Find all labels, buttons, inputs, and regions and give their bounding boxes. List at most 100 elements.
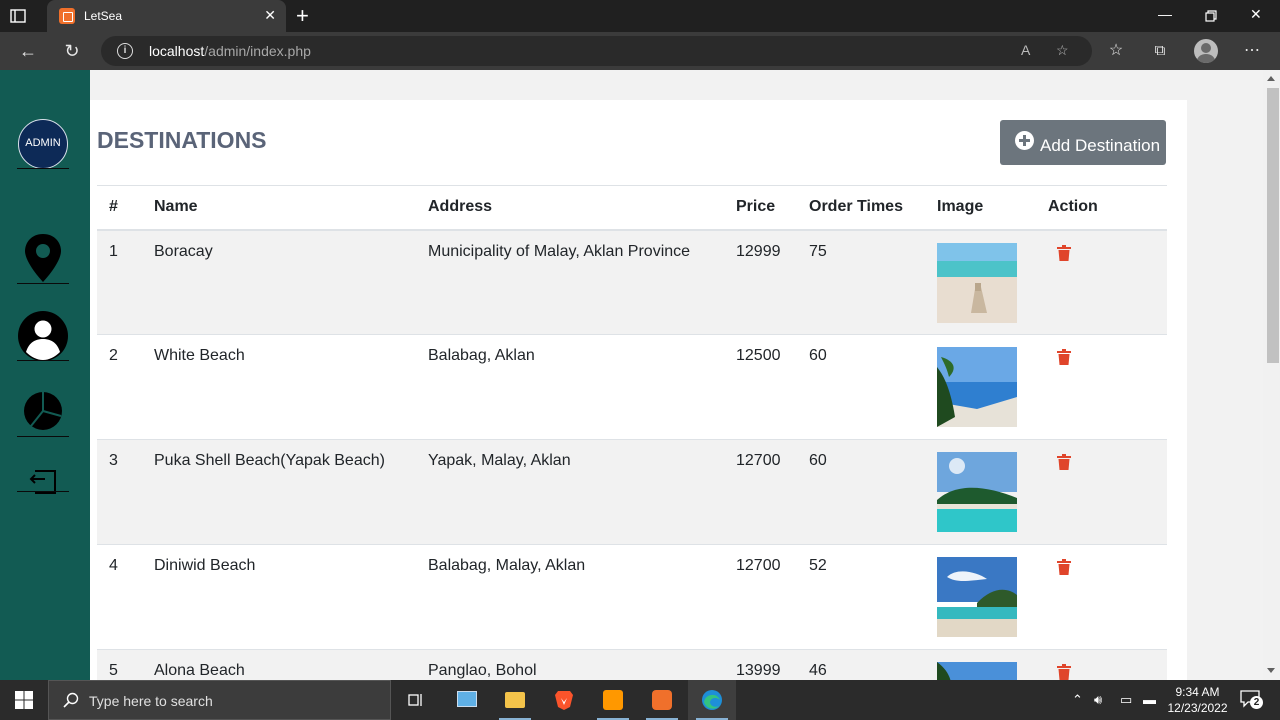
divider [17,168,69,169]
pie-chart-icon[interactable] [17,385,69,437]
task-view-button[interactable] [392,680,440,720]
taskbar-search-box[interactable]: Type here to search [48,680,391,720]
col-order-times: Order Times [797,185,925,231]
taskbar-app-sublime-text[interactable] [589,680,637,720]
main-content: DESTINATIONS Add Destination # Name Addr… [90,100,1187,680]
col-action: Action [1036,185,1167,231]
destination-thumbnail [937,452,1017,532]
delete-trash-icon[interactable] [1057,349,1071,365]
battery-icon[interactable]: ▬ [1143,692,1156,707]
row-name: Boracay [142,229,416,335]
row-name: Diniwid Beach [142,544,416,650]
delete-trash-icon[interactable] [1057,244,1071,261]
row-number: 4 [97,544,142,650]
scroll-down-icon[interactable] [1267,668,1275,673]
refresh-icon[interactable]: ↻ [62,41,82,61]
restore-icon[interactable] [1205,10,1217,22]
col-price: Price [724,185,797,231]
favorites-icon[interactable]: ☆ [1106,41,1126,61]
profile-avatar[interactable] [1194,39,1218,63]
task-view-icon [408,694,422,706]
show-hidden-icons-icon[interactable]: ⌃ [1072,692,1083,708]
delete-trash-icon[interactable] [1057,664,1071,680]
admin-badge[interactable]: ADMIN [18,119,68,169]
destination-thumbnail [937,662,1017,680]
add-destination-button[interactable]: Add Destination [1000,120,1166,165]
delete-trash-icon[interactable] [1057,559,1071,575]
row-action-cell [1036,649,1167,680]
notification-count-badge: 2 [1250,696,1263,709]
divider [17,360,69,361]
xampp-favicon-icon [59,8,75,24]
row-orders: 60 [797,334,925,440]
url-field[interactable]: i localhost/admin/index.php A ☆ [101,36,1092,66]
plus-circle-icon [1015,131,1034,150]
volume-icon[interactable]: 🔊︎ [1094,692,1102,708]
col-name: Name [142,185,416,231]
system-clock[interactable]: 9:34 AM 12/23/2022 [1160,684,1235,716]
scroll-up-icon[interactable] [1267,76,1275,81]
tab-actions-icon[interactable] [10,8,26,24]
col-address: Address [416,185,724,231]
windows-start-icon[interactable] [15,691,33,709]
logout-icon[interactable] [17,463,69,515]
row-number: 1 [97,229,142,335]
row-price: 12500 [724,334,797,440]
taskbar-app-brave[interactable] [540,680,588,720]
tab-close-icon[interactable]: ✕ [264,7,276,23]
row-action-cell [1036,334,1167,440]
row-address: Balabag, Aklan [416,334,724,440]
row-orders: 52 [797,544,925,650]
row-image-cell [925,229,1036,335]
notification-center-icon[interactable]: 2 [1240,690,1263,709]
vertical-scrollbar[interactable] [1263,70,1280,680]
scrollbar-thumb[interactable] [1267,88,1279,363]
page-viewport: ADMIN DESTINATIONS Add Destination # Nam… [0,70,1280,680]
row-action-cell [1036,439,1167,545]
taskbar-app-file-explorer[interactable] [491,680,539,720]
divider [17,436,69,437]
more-menu-icon[interactable]: ⋯ [1242,41,1262,61]
windows-taskbar: Type here to search ⌃ 🔊︎ ▭ ▬ 9:34 AM 12/… [0,680,1280,720]
destinations-table: # Name Address Price Order Times Image A… [97,185,1167,680]
address-bar: ← ↻ i localhost/admin/index.php A ☆ ☆ ⧉ … [0,32,1280,70]
table-row: 5 Alona Beach Panglao, Bohol 13999 46 [97,649,1167,680]
row-price: 12999 [724,229,797,335]
delete-trash-icon[interactable] [1057,454,1071,470]
add-favorite-icon[interactable]: ☆ [1056,42,1069,59]
new-tab-icon[interactable]: + [296,5,309,27]
read-aloud-icon[interactable]: A [1021,42,1030,58]
taskbar-app-control-panel[interactable] [442,680,490,720]
sidebar: ADMIN [0,70,90,680]
minimize-icon[interactable]: — [1158,6,1172,22]
browser-tab[interactable]: LetSea ✕ [47,0,286,32]
row-orders: 75 [797,229,925,335]
row-image-cell [925,649,1036,680]
network-icon[interactable]: ▭ [1120,692,1132,708]
sublime-text-icon [603,690,623,710]
row-number: 5 [97,649,142,680]
row-orders: 60 [797,439,925,545]
row-number: 3 [97,439,142,545]
row-image-cell [925,334,1036,440]
file-explorer-icon [505,692,525,708]
location-pin-icon[interactable] [17,232,69,284]
window-close-icon[interactable]: ✕ [1250,6,1262,23]
user-icon[interactable] [17,310,69,362]
table-header-row: # Name Address Price Order Times Image A… [97,185,1167,231]
back-icon[interactable]: ← [18,41,38,61]
browser-tab-bar: LetSea ✕ + — ✕ [0,0,1280,32]
taskbar-app-edge[interactable] [688,680,736,720]
row-number: 2 [97,334,142,440]
row-name: Alona Beach [142,649,416,680]
taskbar-app-xampp[interactable] [638,680,686,720]
edge-browser-icon [702,690,722,710]
tab-title: LetSea [84,9,123,23]
row-image-cell [925,544,1036,650]
divider [17,283,69,284]
url-text[interactable]: localhost/admin/index.php [149,43,311,59]
collections-icon[interactable]: ⧉ [1150,41,1170,61]
add-destination-label: Add Destination [1040,136,1161,155]
row-name: White Beach [142,334,416,440]
site-info-icon[interactable]: i [117,43,133,59]
